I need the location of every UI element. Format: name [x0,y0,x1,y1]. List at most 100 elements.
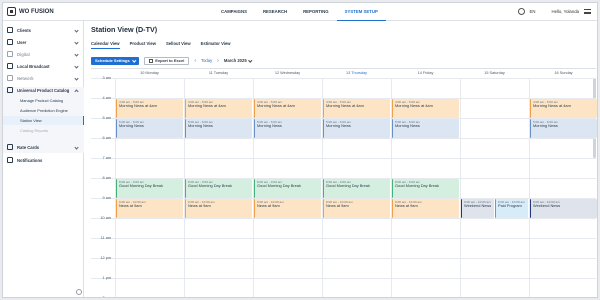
event-title: Morning News [533,122,558,128]
day-header: 15 Saturday [484,71,505,75]
calendar-event[interactable]: 8:00 am - 9:00 am Good Morning Day Break [323,178,390,198]
event-title: News at 9am [326,202,349,208]
calendar-event[interactable]: 5:00 am - 6:00 am Morning News [116,118,183,138]
hour-label: 12 pm [100,256,111,260]
hour-gridline [91,138,596,139]
nav-system-setup[interactable]: SYSTEM SETUP [336,3,386,21]
tab-calendar-view[interactable]: Calendar View [91,41,120,49]
sidebar-item-network[interactable]: Network [3,72,84,84]
calendar-event[interactable]: 4:00 am - 5:00 am Morning News at 4am [323,98,390,118]
menu-icon[interactable] [584,9,591,14]
prev-week-icon[interactable]: ‹ [194,58,196,64]
calendar-event[interactable]: 5:00 am - 6:00 am Morning News [530,118,597,138]
day-column-divider [460,78,461,297]
export-label: Export to Excel [155,58,185,63]
event-title: News at 9am [188,202,211,208]
digital-icon [7,51,13,57]
sidebar-item-label: Digital [17,51,30,57]
hour-label: 8 am [102,176,111,180]
nav-campaigns[interactable]: CAMPAIGNS [213,3,255,21]
month-select[interactable]: March 2025 [224,57,252,63]
hour-label: 5 am [102,116,111,120]
nav-reporting[interactable]: REPORTING [295,3,337,21]
calendar-event[interactable]: 9:00 am - 10:00 am News at 9am [116,198,183,218]
calendar-event[interactable]: 9:00 am - 10:00 am Weekend News [530,198,597,218]
export-excel-button[interactable]: Export to Excel [144,56,190,65]
user-icon [7,39,13,45]
hour-label: 11 am [100,236,111,240]
app-logo[interactable]: WO FUSION [7,7,54,16]
hour-gridline [91,158,596,159]
event-title: Morning News at 4am [119,102,157,108]
sidebar-item-notifications[interactable]: Notifications [3,154,84,166]
sidebar-item-label: Rate Cards [17,144,40,150]
calendar-event[interactable]: 4:00 am - 5:00 am Morning News at 4am [185,98,252,118]
event-title: Paid Program [498,202,522,208]
chevron-down-icon [132,57,136,62]
day-header: 16 Sunday [554,71,573,75]
calendar-event[interactable]: 4:00 am - 5:00 am Morning News at 4am [392,98,459,118]
calendar-event[interactable]: 9:00 am - 10:00 am News at 9am [254,198,321,218]
calendar-event[interactable]: 8:00 am - 9:00 am Good Morning Day Break [254,178,321,198]
event-title: Morning News at 4am [257,102,295,108]
calendar-event[interactable]: 9:00 am - 10:00 am Paid Program [495,198,528,218]
sidebar-subitem-manage-product-catalog[interactable]: Manage Product Catalog [3,96,84,105]
calendar-event[interactable]: 9:00 am - 10:00 am News at 9am [323,198,390,218]
calendar-event[interactable]: 9:00 am - 10:00 am News at 9am [392,198,459,218]
user-area: EN Hello, Yolanda [517,8,591,15]
event-title: Morning News at 4am [533,102,571,108]
sidebar-item-digital[interactable]: Digital [3,48,84,60]
day-header: 10 Monday [140,71,159,75]
bell-icon [7,157,13,163]
calendar-event[interactable]: 4:00 am - 5:00 am Morning News at 4am [254,98,321,118]
hour-label: 2 pm [102,296,111,298]
next-week-icon[interactable]: › [217,58,219,64]
sidebar-item-user[interactable]: User [3,36,84,48]
hour-gridline [91,78,596,79]
sidebar-item-local-broadcast[interactable]: Local Broadcast [3,60,84,72]
tab-sellout-view[interactable]: Sellout View [166,41,191,49]
calendar-event[interactable]: 5:00 am - 6:00 am Morning News [323,118,390,138]
event-title: Morning News [326,122,351,128]
main-content: Station View (D-TV) Calendar View Product… [84,21,597,298]
nav-research[interactable]: RESEARCH [255,3,295,21]
sidebar-item-label: Network [17,75,34,81]
calendar-event[interactable]: 5:00 am - 6:00 am Morning News [185,118,252,138]
calendar-event[interactable]: 8:00 am - 9:00 am Good Morning Day Break [185,178,252,198]
calendar-event[interactable]: 5:00 am - 6:00 am Morning News [392,118,459,138]
today-button[interactable]: Today [201,58,212,63]
tab-product-view[interactable]: Product View [130,41,156,49]
event-title: Morning News [188,122,213,128]
calendar-event[interactable]: 8:00 am - 9:00 am Good Morning Day Break [116,178,183,198]
chevron-down-icon [74,51,79,57]
calendar-event[interactable]: 4:00 am - 5:00 am Morning News at 4am [530,98,597,118]
calendar-event[interactable]: 5:00 am - 6:00 am Morning News [254,118,321,138]
week-calendar: 10 Monday 11 Tuesday 12 Wednesday 13 Thursd… [91,68,597,298]
calendar-event[interactable]: 8:00 am - 9:00 am Good Morning Day Break [392,178,459,198]
page-title: Station View (D-TV) [91,25,158,34]
hour-gridline [91,258,596,259]
calendar-event[interactable]: 4:00 am - 5:00 am Morning News at 4am [116,98,183,118]
sidebar-subitem-station-view[interactable]: Station View [3,116,84,125]
hour-label: 4 am [102,96,111,100]
calendar-toolbar: Schedule Settings Export to Excel ‹ Toda… [91,56,252,65]
sidebar-subitem-audience-prediction-engine[interactable]: Audience Prediction Engine [3,106,84,115]
chevron-down-icon [74,63,79,69]
globe-icon[interactable] [517,8,525,15]
calendar-event[interactable]: 9:00 am - 10:00 am Weekend News [461,198,494,218]
sidebar-subitem-catalog-reports[interactable]: Catalog Reports [3,126,84,135]
collapse-sidebar-icon[interactable] [76,289,82,295]
schedule-settings-button[interactable]: Schedule Settings [91,56,140,65]
tab-estimator-view[interactable]: Estimator View [201,41,231,49]
building-icon [7,27,13,33]
sidebar-item-universal-product-catalog[interactable]: Universal Product Catalog [3,84,84,96]
language-select[interactable]: EN [530,9,536,14]
day-header: 12 Wednesday [274,71,301,75]
calendar-event[interactable]: 9:00 am - 10:00 am News at 9am [185,198,252,218]
network-icon [7,75,13,81]
hour-label: 6 am [102,136,111,140]
sidebar-item-clients[interactable]: Clients [3,24,84,36]
user-greeting[interactable]: Hello, Yolanda [552,9,579,14]
sidebar-item-rate-cards[interactable]: Rate Cards [3,141,84,153]
event-title: Morning News at 4am [395,102,433,108]
